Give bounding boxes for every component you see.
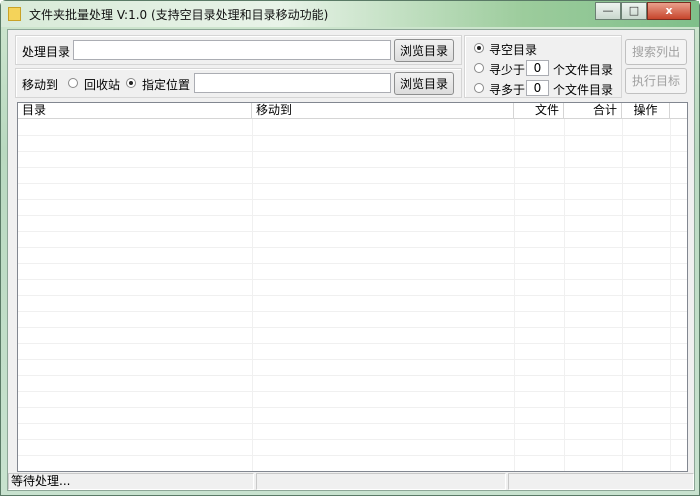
column-gridline xyxy=(514,119,515,471)
row-gridline xyxy=(18,247,687,248)
row-gridline xyxy=(18,295,687,296)
list-header: 目录 移动到 文件 合计 操作 xyxy=(18,103,687,119)
row-gridline xyxy=(18,359,687,360)
column-header-move-to[interactable]: 移动到 xyxy=(252,103,514,119)
less-than-prefix: 寻少于 xyxy=(489,63,526,77)
title-bar[interactable]: 文件夹批量处理 V:1.0 (支持空目录处理和目录移动功能) — □ x xyxy=(1,1,699,27)
less-than-suffix: 个文件目录 xyxy=(553,63,614,77)
close-button[interactable]: x xyxy=(647,2,691,20)
row-gridline xyxy=(18,343,687,344)
more-than-input[interactable]: 0 xyxy=(526,80,549,96)
row-gridline xyxy=(18,167,687,168)
window-title: 文件夹批量处理 V:1.0 (支持空目录处理和目录移动功能) xyxy=(29,8,329,22)
row-gridline xyxy=(18,311,687,312)
row-gridline xyxy=(18,279,687,280)
status-panel-2 xyxy=(256,473,506,490)
status-bar: 等待处理... xyxy=(8,472,694,491)
row-gridline xyxy=(18,263,687,264)
column-gridline xyxy=(622,119,623,471)
column-gridline xyxy=(564,119,565,471)
client-area: 处理目录 浏览目录 移动到 回收站 指定位置 浏览目录 寻空目录 寻少于 0 个… xyxy=(7,29,695,491)
process-dir-input[interactable] xyxy=(73,40,391,60)
row-gridline xyxy=(18,439,687,440)
column-gridline xyxy=(252,119,253,471)
process-label: 处理目录 xyxy=(22,45,71,59)
column-header-total[interactable]: 合计 xyxy=(564,103,622,119)
more-than-radio[interactable] xyxy=(474,83,484,93)
search-list-button[interactable]: 搜索列出 xyxy=(625,39,687,65)
minimize-button[interactable]: — xyxy=(595,2,621,20)
row-gridline xyxy=(18,151,687,152)
status-panel-3 xyxy=(508,473,694,490)
status-text: 等待处理... xyxy=(8,473,254,490)
execute-button[interactable]: 执行目标 xyxy=(625,68,687,94)
browse-move-button[interactable]: 浏览目录 xyxy=(394,72,454,95)
column-header-directory[interactable]: 目录 xyxy=(18,103,252,119)
empty-dir-label[interactable]: 寻空目录 xyxy=(489,41,537,58)
process-group: 处理目录 浏览目录 xyxy=(15,35,462,65)
more-than-prefix: 寻多于 xyxy=(489,83,526,97)
row-gridline xyxy=(18,407,687,408)
row-gridline xyxy=(18,455,687,456)
search-mode-group: 寻空目录 寻少于 0 个文件目录 寻多于 0 个文件目录 xyxy=(464,35,622,98)
row-gridline xyxy=(18,391,687,392)
column-header-files[interactable]: 文件 xyxy=(514,103,564,119)
less-than-input[interactable]: 0 xyxy=(526,60,549,76)
less-than-radio[interactable] xyxy=(474,63,484,73)
app-window: 文件夹批量处理 V:1.0 (支持空目录处理和目录移动功能) — □ x 处理目… xyxy=(0,0,700,496)
more-than-suffix: 个文件目录 xyxy=(553,83,614,97)
column-header-action[interactable]: 操作 xyxy=(622,103,670,119)
result-list[interactable]: 目录 移动到 文件 合计 操作 xyxy=(17,102,688,472)
row-gridline xyxy=(18,423,687,424)
specified-label[interactable]: 指定位置 xyxy=(142,76,190,93)
row-gridline xyxy=(18,135,687,136)
row-gridline xyxy=(18,327,687,328)
row-gridline xyxy=(18,215,687,216)
browse-process-button[interactable]: 浏览目录 xyxy=(394,39,454,62)
row-gridline xyxy=(18,231,687,232)
row-gridline xyxy=(18,375,687,376)
move-target-input[interactable] xyxy=(194,73,391,93)
move-group: 移动到 回收站 指定位置 浏览目录 xyxy=(15,68,462,98)
recycle-radio[interactable] xyxy=(68,78,78,88)
maximize-button[interactable]: □ xyxy=(621,2,647,20)
move-label: 移动到 xyxy=(22,78,59,92)
row-gridline xyxy=(18,183,687,184)
specified-radio[interactable] xyxy=(126,78,136,88)
recycle-label[interactable]: 回收站 xyxy=(84,76,120,93)
empty-dir-radio[interactable] xyxy=(474,43,484,53)
column-gridline xyxy=(670,119,671,471)
row-gridline xyxy=(18,199,687,200)
folder-icon xyxy=(8,7,21,21)
